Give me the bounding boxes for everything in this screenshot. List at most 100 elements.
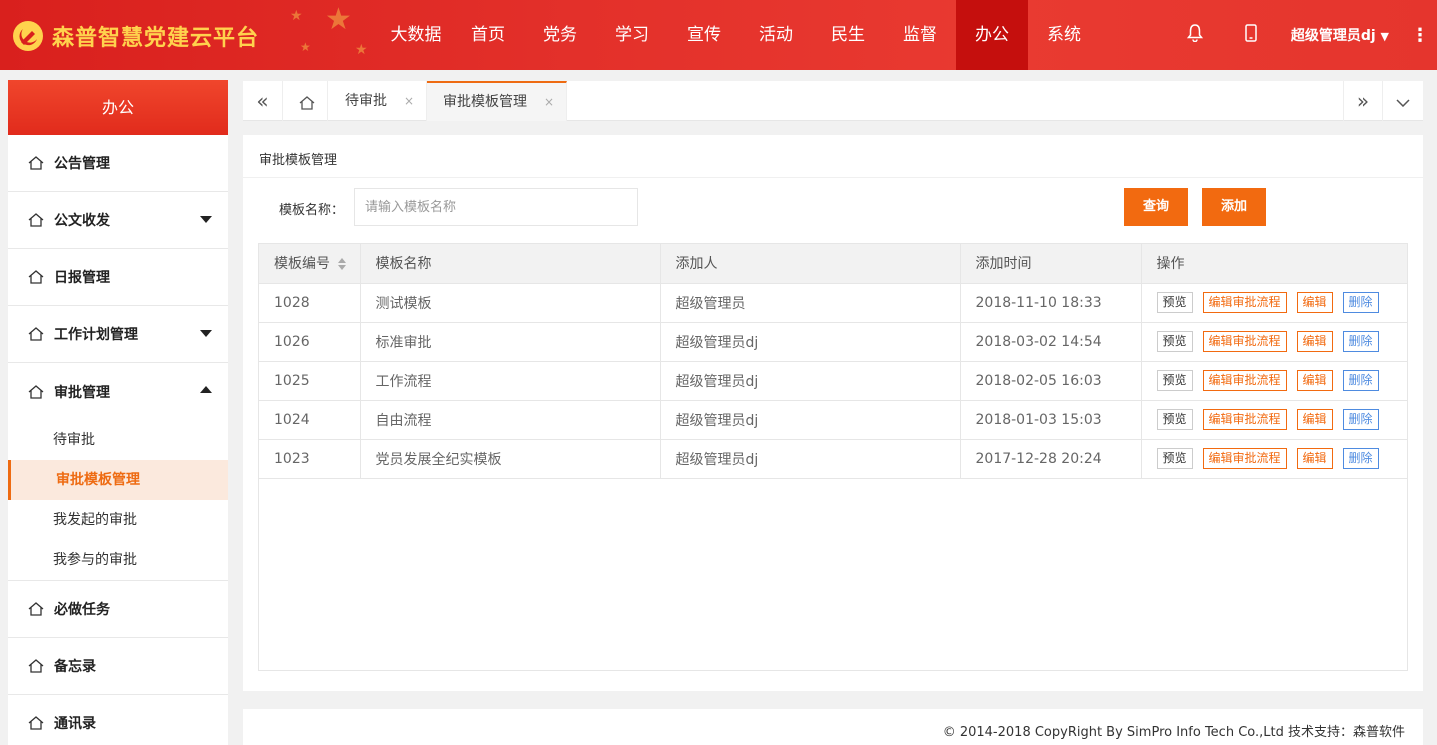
sidebar-subitem-initiated[interactable]: 我发起的审批 <box>8 500 228 540</box>
preview-button[interactable]: 预览 <box>1156 331 1193 352</box>
cell-name: 工作流程 <box>360 361 661 401</box>
scroll-left-icon[interactable]: « <box>243 81 283 121</box>
cell-actions: 预览 编辑审批流程 编辑 删除 <box>1141 283 1407 323</box>
star-decoration-icon: ★ <box>355 42 368 58</box>
cell-name: 标准审批 <box>360 322 661 362</box>
caret-down-icon: ▼ <box>1380 30 1389 43</box>
close-icon[interactable]: × <box>544 83 554 121</box>
tab-label: 待审批 <box>345 93 387 109</box>
preview-button[interactable]: 预览 <box>1156 409 1193 430</box>
cell-id: 1024 <box>259 400 361 440</box>
nav-item-bigdata[interactable]: 大数据 <box>380 0 452 70</box>
edit-button[interactable]: 编辑 <box>1296 370 1333 391</box>
cell-creator: 超级管理员dj <box>660 400 961 440</box>
cell-id: 1023 <box>259 439 361 479</box>
nav-item-supervision[interactable]: 监督 <box>884 0 956 70</box>
sidebar-item-label: 工作计划管理 <box>54 327 138 343</box>
add-button[interactable]: 添加 <box>1202 188 1266 226</box>
home-icon <box>28 384 44 399</box>
home-icon <box>28 716 44 730</box>
cell-id: 1026 <box>259 322 361 362</box>
table-row: 1023 党员发展全纪实模板 超级管理员dj 2017-12-28 20:24 … <box>259 439 1407 479</box>
scroll-right-icon[interactable]: » <box>1343 81 1383 121</box>
sidebar-title: 办公 <box>8 80 228 135</box>
sidebar-subitem-participated[interactable]: 我参与的审批 <box>8 540 228 580</box>
delete-button[interactable]: 删除 <box>1342 331 1379 352</box>
user-name: 超级管理员dj <box>1290 28 1376 44</box>
sidebar-item-label: 必做任务 <box>54 602 110 618</box>
tab-label: 审批模板管理 <box>443 94 527 110</box>
delete-button[interactable]: 删除 <box>1342 292 1379 313</box>
sort-icon[interactable] <box>338 258 346 271</box>
edit-flow-button[interactable]: 编辑审批流程 <box>1202 331 1287 352</box>
tab-template-management[interactable]: 审批模板管理 × <box>427 81 567 121</box>
tab-pending[interactable]: 待审批 × <box>329 81 427 121</box>
edit-flow-button[interactable]: 编辑审批流程 <box>1202 448 1287 469</box>
table-header-row: 模板编号 模板名称 添加人 添加时间 操作 <box>259 244 1407 284</box>
query-button[interactable]: 查询 <box>1124 188 1188 226</box>
column-header-id[interactable]: 模板编号 <box>259 244 361 284</box>
preview-button[interactable]: 预览 <box>1156 292 1193 313</box>
footer: © 2014-2018 CopyRight By SimPro Info Tec… <box>243 709 1423 745</box>
home-icon <box>28 156 44 170</box>
nav-item-office[interactable]: 办公 <box>956 0 1028 70</box>
mobile-icon[interactable] <box>1231 24 1271 46</box>
edit-button[interactable]: 编辑 <box>1296 292 1333 313</box>
caret-down-icon <box>200 330 212 337</box>
nav-item-party-affairs[interactable]: 党务 <box>524 0 596 70</box>
nav-item-publicity[interactable]: 宣传 <box>668 0 740 70</box>
cell-id: 1028 <box>259 283 361 323</box>
sidebar-item-label: 日报管理 <box>54 270 110 286</box>
chevron-down-icon[interactable] <box>1383 81 1423 121</box>
nav-item-study[interactable]: 学习 <box>596 0 668 70</box>
bell-icon[interactable] <box>1175 24 1215 46</box>
sidebar-item-work-plans[interactable]: 工作计划管理 <box>8 306 228 363</box>
column-header-creator: 添加人 <box>660 244 961 284</box>
sidebar-item-documents[interactable]: 公文收发 <box>8 192 228 249</box>
edit-flow-button[interactable]: 编辑审批流程 <box>1202 292 1287 313</box>
edit-flow-button[interactable]: 编辑审批流程 <box>1202 370 1287 391</box>
cell-time: 2018-11-10 18:33 <box>960 283 1142 323</box>
delete-button[interactable]: 删除 <box>1342 370 1379 391</box>
home-icon <box>28 327 44 341</box>
preview-button[interactable]: 预览 <box>1156 448 1193 469</box>
brand[interactable]: 森普智慧党建云平台 <box>12 18 259 54</box>
brand-title: 森普智慧党建云平台 <box>52 26 260 51</box>
preview-button[interactable]: 预览 <box>1156 370 1193 391</box>
edit-button[interactable]: 编辑 <box>1296 448 1333 469</box>
edit-flow-button[interactable]: 编辑审批流程 <box>1202 409 1287 430</box>
home-tab-icon[interactable] <box>286 81 328 121</box>
user-menu[interactable]: 超级管理员dj ▼ <box>1291 25 1389 45</box>
delete-button[interactable]: 删除 <box>1342 409 1379 430</box>
sidebar-item-contacts[interactable]: 通讯录 <box>8 695 228 745</box>
cell-creator: 超级管理员dj <box>660 361 961 401</box>
sidebar-item-announcements[interactable]: 公告管理 <box>8 135 228 192</box>
sidebar-item-required-tasks[interactable]: 必做任务 <box>8 581 228 638</box>
sidebar-item-approvals[interactable]: 审批管理 <box>8 363 228 420</box>
nav-item-activity[interactable]: 活动 <box>740 0 812 70</box>
table-row: 1028 测试模板 超级管理员 2018-11-10 18:33 预览 编辑审批流… <box>259 283 1407 323</box>
nav-item-livelihood[interactable]: 民生 <box>812 0 884 70</box>
more-vertical-icon[interactable]: ⋮ <box>1403 25 1437 46</box>
close-icon[interactable]: × <box>404 81 414 121</box>
delete-button[interactable]: 删除 <box>1342 448 1379 469</box>
cell-name: 自由流程 <box>360 400 661 440</box>
home-icon <box>28 213 44 227</box>
table-row: 1024 自由流程 超级管理员dj 2018-01-03 15:03 预览 编辑审… <box>259 400 1407 440</box>
nav-item-home[interactable]: 首页 <box>452 0 524 70</box>
sidebar-item-daily-reports[interactable]: 日报管理 <box>8 249 228 306</box>
party-emblem-icon <box>13 21 43 51</box>
sidebar-subitem-pending[interactable]: 待审批 <box>8 420 228 460</box>
sidebar-subitem-templates[interactable]: 审批模板管理 <box>8 460 228 500</box>
header-actions: 超级管理员dj ▼ ⋮ <box>1175 0 1437 70</box>
edit-button[interactable]: 编辑 <box>1296 409 1333 430</box>
sidebar-item-memo[interactable]: 备忘录 <box>8 638 228 695</box>
template-name-input[interactable] <box>354 188 638 226</box>
edit-button[interactable]: 编辑 <box>1296 331 1333 352</box>
cell-id: 1025 <box>259 361 361 401</box>
column-header-time: 添加时间 <box>960 244 1142 284</box>
cell-actions: 预览 编辑审批流程 编辑 删除 <box>1141 439 1407 479</box>
nav-item-system[interactable]: 系统 <box>1028 0 1100 70</box>
column-header-actions: 操作 <box>1141 244 1407 284</box>
cell-name: 测试模板 <box>360 283 661 323</box>
